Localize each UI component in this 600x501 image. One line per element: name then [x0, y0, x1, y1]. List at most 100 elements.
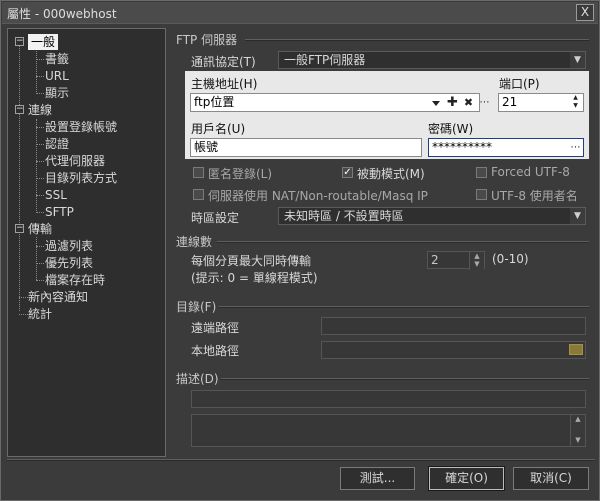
protocol-label: 通訊協定(T): [191, 55, 256, 69]
section-divider: [219, 306, 589, 308]
title-bar[interactable]: 屬性 - 000webhost X: [2, 2, 598, 24]
tree-connector: [36, 246, 44, 247]
tree-item-proxy[interactable]: 代理伺服器: [45, 153, 105, 169]
folder-icon[interactable]: [569, 344, 583, 355]
description-textarea[interactable]: ▲ ▼: [191, 414, 586, 447]
history-dropdown-icon[interactable]: [432, 101, 440, 106]
per-page-input[interactable]: 2 ▲ ▼: [427, 251, 485, 270]
tree-item-transfer[interactable]: 傳輸: [28, 221, 52, 237]
more-icon[interactable]: ⋯: [477, 95, 492, 110]
tree-connector: [36, 178, 44, 179]
remote-path-label: 遠端路徑: [191, 321, 240, 335]
per-page-range: (0-10): [492, 252, 529, 266]
chevron-down-icon[interactable]: ▼: [570, 208, 585, 224]
port-input[interactable]: 21 ▲ ▼: [498, 93, 584, 112]
tree-connector: [36, 237, 37, 280]
port-spinner[interactable]: ▲ ▼: [569, 94, 582, 111]
tree-item-display[interactable]: 顯示: [45, 85, 69, 101]
tree-connector: [36, 161, 44, 162]
tree-connector: [36, 212, 44, 213]
password-input[interactable]: ********** ⋯: [428, 138, 584, 157]
section-divider: [245, 39, 589, 41]
tree-item-url[interactable]: URL: [45, 68, 69, 84]
tree-connector: [36, 93, 44, 94]
utf8-names-checkbox[interactable]: [476, 189, 487, 200]
local-path-input[interactable]: [321, 341, 586, 359]
tree-connector: [36, 51, 37, 94]
password-value: **********: [432, 140, 492, 154]
add-icon[interactable]: ✚: [445, 95, 460, 110]
collapse-icon[interactable]: −: [15, 37, 24, 46]
tree-item-stats[interactable]: 統計: [28, 306, 52, 322]
timezone-value: 未知時區 / 不設置時區: [284, 209, 404, 223]
nat-label: 伺服器使用 NAT/Non-routable/Masq IP: [208, 189, 428, 203]
thread-hint: (提示: 0 = 單線程模式): [191, 271, 318, 285]
test-button[interactable]: 測試...: [340, 467, 415, 490]
tree-connector: [19, 42, 20, 311]
port-value: 21: [502, 95, 518, 109]
tree-connector: [36, 280, 44, 281]
per-page-label: 每個分頁最大同時傳輸: [191, 254, 312, 268]
tree-item-general[interactable]: 一般: [28, 34, 59, 50]
port-label: 端口(P): [499, 77, 540, 91]
tree-item-auth[interactable]: 認證: [45, 136, 69, 152]
close-button[interactable]: X: [576, 4, 594, 21]
delete-icon[interactable]: ✖: [461, 95, 476, 110]
window-title: 屬性 - 000webhost: [7, 7, 117, 21]
tree-item-bookmark[interactable]: 書籤: [45, 51, 69, 67]
tree-item-notify[interactable]: 新內容通知: [28, 289, 88, 305]
host-label: 主機地址(H): [191, 77, 258, 91]
connections-section-header: 連線數: [176, 235, 213, 249]
password-label: 密碼(W): [428, 122, 474, 136]
login-panel: 主機地址(H) ftp位置 ✚ ✖ ⋯ 端口(P) 21 ▲ ▼ 用戶名(U) 帳…: [185, 71, 589, 159]
user-label: 用戶名(U): [191, 122, 246, 136]
tree-connector: [36, 144, 44, 145]
per-page-value: 2: [431, 253, 439, 267]
footer-divider: [7, 459, 595, 461]
tree-item-connection[interactable]: 連線: [28, 102, 52, 118]
tree-item-ssl[interactable]: SSL: [45, 187, 67, 203]
ftp-section-header: FTP 伺服器: [176, 33, 238, 47]
tree-item-priority[interactable]: 優先列表: [45, 255, 93, 271]
per-page-spinner[interactable]: ▲ ▼: [469, 252, 484, 270]
tree-connector: [19, 297, 28, 298]
forced-utf8-checkbox[interactable]: [476, 167, 487, 178]
user-value: 帳號: [194, 140, 219, 154]
section-divider: [217, 241, 589, 243]
timezone-select[interactable]: 未知時區 / 不設置時區 ▼: [278, 207, 586, 225]
directory-section-header: 目錄(F): [176, 300, 217, 314]
tree-item-login-account[interactable]: 設置登錄帳號: [45, 119, 117, 135]
tree-connector: [19, 314, 28, 315]
tree-item-file-exists[interactable]: 檔案存在時: [45, 272, 105, 288]
cancel-button[interactable]: 取消(C): [513, 467, 589, 490]
collapse-icon[interactable]: −: [15, 105, 24, 114]
tree-item-filter[interactable]: 過濾列表: [45, 238, 93, 254]
protocol-select[interactable]: 一般FTP伺服器 ▼: [278, 51, 586, 69]
properties-dialog: 屬性 - 000webhost X − 一般 書籤 URL 顯示 − 連線 設置…: [0, 0, 600, 501]
tree-connector: [36, 76, 44, 77]
passive-label: 被動模式(M): [357, 167, 425, 181]
description-scrollbar[interactable]: ▲ ▼: [570, 415, 585, 446]
tree-item-sftp[interactable]: SFTP: [45, 204, 74, 220]
tree-connector: [36, 119, 37, 213]
host-input[interactable]: ftp位置 ✚ ✖ ⋯: [190, 93, 490, 112]
utf8-names-label: UTF-8 使用者名: [491, 189, 578, 203]
remote-path-input[interactable]: [321, 317, 586, 335]
timezone-label: 時區設定: [191, 211, 240, 225]
section-divider: [221, 378, 589, 380]
more-icon[interactable]: ⋯: [568, 140, 583, 155]
anon-checkbox[interactable]: [193, 167, 204, 178]
chevron-down-icon[interactable]: ▼: [570, 52, 585, 68]
protocol-value: 一般FTP伺服器: [284, 53, 366, 67]
anon-label: 匿名登錄(L): [208, 167, 273, 181]
tree-connector: [36, 195, 44, 196]
collapse-icon[interactable]: −: [15, 224, 24, 233]
category-tree: − 一般 書籤 URL 顯示 − 連線 設置登錄帳號 認證 代理伺服器 目錄列表…: [7, 28, 166, 457]
user-input[interactable]: 帳號: [190, 138, 422, 157]
ok-button[interactable]: 確定(O): [428, 466, 505, 491]
nat-checkbox[interactable]: [193, 189, 204, 200]
tree-item-list-mode[interactable]: 目錄列表方式: [45, 170, 117, 186]
passive-checkbox[interactable]: ✓: [342, 167, 353, 178]
tree-connector: [36, 59, 44, 60]
description-short-input[interactable]: [191, 390, 586, 408]
